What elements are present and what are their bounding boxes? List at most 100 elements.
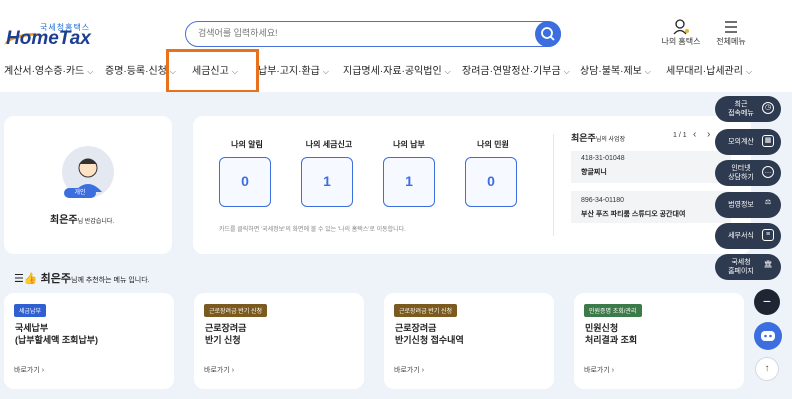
stat-alerts-box[interactable]: 0: [219, 157, 271, 207]
search-icon: [541, 27, 555, 41]
rec-tag: 세금납부: [14, 304, 47, 317]
rec-card[interactable]: 민원증명 조회/관리 민원신청 처리결과 조회 바로가기 ›: [574, 293, 744, 389]
business-owner-name: 최은주: [571, 133, 596, 143]
rec-go-link[interactable]: 바로가기 ›: [14, 365, 44, 375]
side-tax-forms[interactable]: 세무서식 ≡: [715, 223, 781, 249]
rec-title-line2: 반기신청 접수내역: [395, 335, 464, 345]
rec-title-line2: (납부할세액 조회납부): [15, 335, 99, 345]
rec-title-line1: 근로장려금: [395, 323, 437, 333]
rec-card[interactable]: 세금납부 국세납부 (납부할세액 조회납부) 바로가기 ›: [4, 293, 174, 389]
building-icon: 🏛: [763, 261, 773, 268]
my-hometax-label: 나의 홈택스: [661, 37, 701, 46]
nav-label: 세무대리·납세관리: [666, 66, 743, 77]
side-label: 범영정보: [728, 201, 754, 209]
nav-highlight-box: [166, 49, 259, 93]
chevron-right-icon[interactable]: ›: [707, 129, 710, 140]
chevron-right-icon: ›: [611, 367, 615, 374]
business-suffix: 님의 사업장: [595, 137, 626, 143]
profile-greeting: 최은주님 반갑습니다.: [50, 211, 114, 226]
stat-civil-box[interactable]: 0: [465, 157, 517, 207]
stat-payment-box[interactable]: 1: [383, 157, 435, 207]
rec-card[interactable]: 근로장려금 반기 신청 근로장려금반기신청 접수내역 바로가기 ›: [384, 293, 554, 389]
recommend-header: ☰👍 최은주님께 추천하는 메뉴 입니다.: [14, 270, 150, 286]
business-header: 최은주님의 사업장: [571, 131, 625, 144]
calculator-icon: ▦: [762, 135, 774, 147]
nav-label: 납부·고지·환급: [258, 66, 320, 77]
greeting-text: 님 반갑습니다.: [77, 219, 115, 225]
recommend-suffix: 님께 추천하는 메뉴 입니다.: [71, 277, 150, 284]
rec-title-line2: 반기 신청: [205, 335, 241, 345]
hometax-logo[interactable]: HomeTax: [6, 28, 91, 50]
side-label: 세무서식: [728, 232, 754, 240]
chevron-right-icon: ›: [421, 367, 425, 374]
profile-card: 개인 최은주님 반갑습니다.: [4, 116, 172, 254]
my-stats-card: 나의 알림 나의 세금신고 나의 납부 나의 민원 0 1 1 0 카드를 클릭…: [193, 116, 751, 254]
nav-item-statements[interactable]: 지급명세·자료·공익법인 ⌵: [343, 62, 451, 77]
rec-go-label: 바로가기: [14, 367, 40, 374]
nav-item-incentives[interactable]: 장려금·연말정산·기부금 ⌵: [462, 62, 570, 77]
search-button[interactable]: [535, 21, 561, 47]
rec-title: 근로장려금반기 신청: [205, 322, 246, 346]
rec-title-line1: 민원신청: [585, 323, 619, 333]
chatbot-button[interactable]: [754, 322, 782, 350]
business-item[interactable]: 418-31-01048 향글찌니: [571, 151, 731, 183]
rec-title: 민원신청 처리결과 조회: [585, 322, 637, 346]
stat-tax-report-box[interactable]: 1: [301, 157, 353, 207]
arrow-up-icon: ↑: [764, 363, 770, 374]
nav-label: 장려금·연말정산·기부금: [462, 66, 561, 77]
main-nav: 계산서·영수증·카드 ⌵ 증명·등록·신청 ⌵ 세금신고 ⌵ 납부·고지·환급 ⌵ 지급…: [0, 62, 792, 79]
rec-title: 근로장려금반기신청 접수내역: [395, 322, 464, 346]
stats-note: 카드를 클릭하면 '국세정보'의 화면에 볼 수 있는 '나의 홈택스'로 이동…: [219, 227, 406, 233]
nav-item-invoice[interactable]: 계산서·영수증·카드 ⌵: [4, 62, 93, 77]
side-recent-menu[interactable]: 최근 접속메뉴 ◷: [715, 96, 781, 122]
side-law-info[interactable]: 범영정보 ⚖: [715, 192, 781, 218]
rec-title-line1: 국세납부: [15, 323, 49, 333]
chat-icon: …: [762, 166, 774, 178]
business-item[interactable]: 896-34-01180 부산 푸즈 파티룸 스튜디오 공간대여: [571, 191, 731, 223]
divider: [553, 134, 554, 236]
recommend-user-name: 최은주: [40, 273, 71, 285]
minus-icon: −: [762, 293, 772, 309]
thumbs-up-icon: ☰👍: [14, 273, 38, 285]
nav-item-tax-agent[interactable]: 세무대리·납세관리 ⌵: [666, 62, 752, 77]
document-icon: ≡: [762, 229, 774, 241]
chevron-down-icon: ⌵: [745, 67, 753, 76]
business-reg-no: 418-31-01048: [581, 155, 625, 162]
chatbot-icon: [761, 331, 775, 341]
all-menu-button[interactable]: 전체메뉴: [709, 18, 753, 47]
chevron-left-icon[interactable]: ‹: [693, 129, 696, 140]
nav-label: 상담·불복·제보: [580, 66, 642, 77]
search-bar: [185, 21, 561, 47]
rec-go-label: 바로가기: [584, 367, 610, 374]
nav-item-payment[interactable]: 납부·고지·환급 ⌵: [258, 62, 329, 77]
rec-tag: 근로장려금 반기 신청: [394, 304, 458, 317]
scale-icon: ⚖: [764, 199, 772, 206]
rec-go-link[interactable]: 바로가기 ›: [204, 365, 234, 375]
business-reg-no: 896-34-01180: [581, 197, 625, 204]
business-pager: 1 / 1: [673, 132, 687, 139]
collapse-menu-button[interactable]: −: [754, 289, 780, 315]
rec-go-label: 바로가기: [204, 367, 230, 374]
side-online-consult[interactable]: 인터넷 상담하기…: [715, 160, 781, 186]
rec-go-link[interactable]: 바로가기 ›: [394, 365, 424, 375]
user-name: 최은주: [50, 215, 78, 226]
chevron-down-icon: ⌵: [563, 67, 570, 76]
chevron-down-icon: ⌵: [444, 67, 451, 76]
rec-card[interactable]: 근로장려금 반기 신청 근로장려금반기 신청 바로가기 ›: [194, 293, 364, 389]
side-nts-homepage[interactable]: 국세청 홈페이지 🏛: [715, 254, 781, 280]
all-menu-label: 전체메뉴: [716, 37, 746, 46]
nav-label: 계산서·영수증·카드: [4, 66, 85, 77]
side-label: 모의계산: [728, 138, 754, 146]
search-input[interactable]: [196, 27, 530, 39]
stat-label-tax-report: 나의 세금신고: [305, 140, 353, 149]
clock-icon: ◷: [762, 102, 774, 114]
nav-item-consult[interactable]: 상담·불복·제보 ⌵: [580, 62, 651, 77]
chevron-down-icon: ⌵: [87, 67, 94, 76]
side-mock-calc[interactable]: 모의계산 ▦: [715, 129, 781, 155]
rec-go-link[interactable]: 바로가기 ›: [584, 365, 614, 375]
my-hometax-button[interactable]: 나의 홈택스: [657, 18, 705, 47]
scroll-top-button[interactable]: ↑: [755, 357, 779, 381]
user-lock-icon: [673, 19, 689, 35]
business-name: 부산 푸즈 파티룸 스튜디오 공간대여: [581, 211, 686, 218]
rec-title-line1: 근로장려금: [205, 323, 247, 333]
